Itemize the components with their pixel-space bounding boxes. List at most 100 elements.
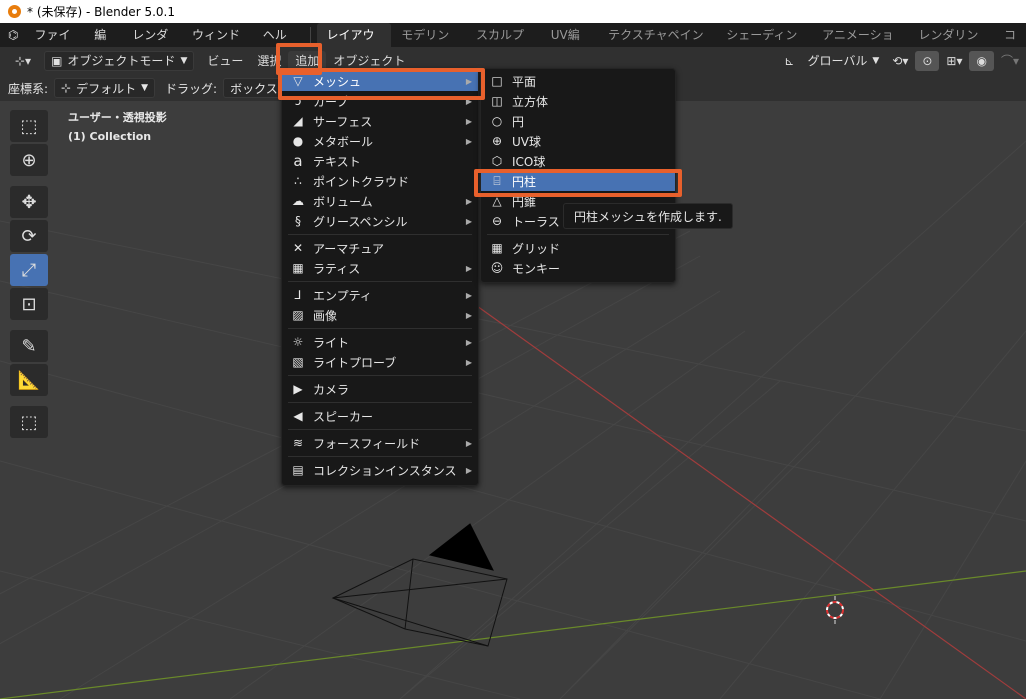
add-menu-item-volume[interactable]: ☁ ボリューム ▶	[282, 191, 478, 211]
blender-menu-icon[interactable]: ⌬	[0, 23, 26, 47]
tab-sculpt[interactable]: スカルプト	[466, 23, 541, 66]
tab-texture-paint[interactable]: テクスチャペイント	[598, 23, 716, 66]
add-menu-item-light[interactable]: ☼ ライト ▶	[282, 332, 478, 352]
image-icon: ▨	[292, 308, 304, 322]
lattice-icon: ▦	[292, 261, 304, 275]
tab-modeling[interactable]: モデリング	[391, 23, 466, 66]
editor-type-icon[interactable]: ⊹▾	[8, 51, 38, 71]
snap-icon[interactable]: ⊙	[915, 51, 940, 71]
mesh-item-cube[interactable]: ◫ 立方体	[481, 91, 675, 111]
chevron-down-icon: ▼	[141, 83, 149, 93]
light-probe-icon: ▧	[292, 355, 304, 369]
chevron-right-icon: ▶	[465, 196, 472, 206]
tab-layout[interactable]: レイアウト	[316, 23, 392, 66]
tab-compositing[interactable]: コ	[994, 23, 1026, 47]
mode-label: オブジェクトモード	[67, 54, 176, 68]
view-name: ユーザー・透視投影	[68, 111, 167, 124]
proportional-edit-icon[interactable]: ◉	[969, 51, 994, 71]
menu-separator	[288, 402, 472, 403]
menu-view[interactable]: ビュー	[200, 51, 250, 71]
add-menu-item-image[interactable]: ▨ 画像 ▶	[282, 305, 478, 325]
mode-dropdown[interactable]: ▣ オブジェクトモード ▼	[44, 51, 195, 71]
add-menu-item-grease-pencil[interactable]: § グリースペンシル ▶	[282, 211, 478, 231]
mesh-item-uv-sphere[interactable]: ⊕ UV球	[481, 131, 675, 151]
circle-icon: ○	[491, 114, 503, 128]
snap-target-icon[interactable]: ⊞▾	[939, 51, 969, 71]
scale-tool-icon[interactable]: ⤢	[10, 254, 48, 286]
uv-sphere-icon: ⊕	[491, 134, 503, 148]
select-box-icon[interactable]: ⬚	[10, 110, 48, 142]
cursor-tool-icon[interactable]: ⊕	[10, 144, 48, 176]
object-mode-icon: ▣	[51, 54, 63, 68]
y-axis-line	[0, 570, 1026, 699]
add-menu-item-collection-instance[interactable]: ▤ コレクションインスタンス ▶	[282, 460, 478, 480]
tab-animation[interactable]: アニメーション	[812, 23, 908, 66]
window-title: * (未保存) - Blender 5.0.1	[27, 5, 175, 19]
menu-render[interactable]: レンダー	[124, 23, 184, 66]
rotate-tool-icon[interactable]: ⟳	[10, 220, 48, 252]
drag-label: ドラッグ:	[165, 81, 218, 96]
ico-sphere-icon: ⬡	[491, 154, 503, 168]
add-menu-item-empty[interactable]: ⅃ エンプティ ▶	[282, 285, 478, 305]
chevron-right-icon: ▶	[465, 263, 472, 273]
add-menu-item-lattice[interactable]: ▦ ラティス ▶	[282, 258, 478, 278]
transform-orientation-icon: ⊾	[784, 54, 795, 68]
add-menu-item-speaker[interactable]: ◀ スピーカー	[282, 406, 478, 426]
chevron-down-icon: ▼	[180, 56, 188, 66]
falloff-icon[interactable]: ⌒▾	[994, 51, 1026, 71]
pivot-point-icon[interactable]: ⟲▾	[885, 51, 915, 71]
add-menu-item-camera[interactable]: ▶ カメラ	[282, 379, 478, 399]
tab-shading[interactable]: シェーディング	[716, 23, 812, 66]
chevron-right-icon: ▶	[465, 465, 472, 475]
collection-name: (1) Collection	[68, 130, 152, 143]
mesh-item-monkey[interactable]: ☺ モンキー	[481, 258, 675, 278]
coord-dropdown[interactable]: ⊹ デフォルト ▼	[54, 78, 156, 98]
cube-icon: ◫	[491, 94, 503, 108]
tab-rendering[interactable]: レンダリング	[908, 23, 994, 66]
tool-shelf: ⬚ ⊕ ✥ ⟳ ⤢ ⊡ ✎ 📐 ⬚	[10, 110, 50, 440]
add-menu-item-text[interactable]: a テキスト	[282, 151, 478, 171]
menu-separator	[288, 429, 472, 430]
add-cube-tool-icon[interactable]: ⬚	[10, 406, 48, 438]
coord-value: デフォルト	[76, 81, 137, 96]
add-menu-item-surface[interactable]: ◢ サーフェス ▶	[282, 111, 478, 131]
plane-icon: □	[491, 74, 503, 88]
menu-separator	[288, 375, 472, 376]
transform-orientation-dropdown[interactable]: グローバル ▼	[801, 51, 885, 71]
coord-label: 座標系:	[8, 81, 49, 96]
mesh-item-plane[interactable]: □ 平面	[481, 71, 675, 91]
menu-window[interactable]: ウィンドウ	[184, 23, 255, 66]
text-icon: a	[293, 152, 303, 170]
add-menu-item-force-field[interactable]: ≋ フォースフィールド ▶	[282, 433, 478, 453]
chevron-right-icon: ▶	[465, 357, 472, 367]
window-titlebar: * (未保存) - Blender 5.0.1	[0, 0, 1026, 23]
3d-cursor	[826, 596, 844, 624]
menu-separator	[288, 328, 472, 329]
menu-file[interactable]: ファイル	[26, 23, 86, 66]
mesh-item-circle[interactable]: ○ 円	[481, 111, 675, 131]
chevron-right-icon: ▶	[465, 136, 472, 146]
chevron-right-icon: ▶	[465, 116, 472, 126]
add-menu-item-light-probe[interactable]: ▧ ライトプローブ ▶	[282, 352, 478, 372]
tab-uv-editing[interactable]: UV編集	[541, 23, 598, 66]
camera-icon: ▶	[293, 382, 303, 396]
add-menu-item-pointcloud[interactable]: ∴ ポイントクラウド	[282, 171, 478, 191]
menu-separator	[288, 281, 472, 282]
add-menu-item-metaball[interactable]: ● メタボール ▶	[282, 131, 478, 151]
menu-separator	[487, 234, 669, 235]
move-tool-icon[interactable]: ✥	[10, 186, 48, 218]
mesh-item-ico-sphere[interactable]: ⬡ ICO球	[481, 151, 675, 171]
add-menu-item-armature[interactable]: ✕ アーマチュア	[282, 238, 478, 258]
transform-tool-icon[interactable]: ⊡	[10, 288, 48, 320]
add-menu: ▽ メッシュ ▶ ↄ カーブ ▶ ◢ サーフェス ▶ ● メタボール ▶ a テキスト ∴ ポイント…	[281, 68, 479, 486]
empty-icon: ⅃	[294, 288, 302, 302]
chevron-right-icon: ▶	[465, 310, 472, 320]
menu-edit[interactable]: 編集	[86, 23, 124, 66]
light-icon: ☼	[292, 335, 304, 349]
grease-pencil-icon: §	[295, 214, 301, 228]
volume-icon: ☁	[292, 194, 304, 208]
mesh-item-grid[interactable]: ▦ グリッド	[481, 238, 675, 258]
surface-icon: ◢	[293, 114, 303, 128]
annotate-tool-icon[interactable]: ✎	[10, 330, 48, 362]
measure-tool-icon[interactable]: 📐	[10, 364, 48, 396]
